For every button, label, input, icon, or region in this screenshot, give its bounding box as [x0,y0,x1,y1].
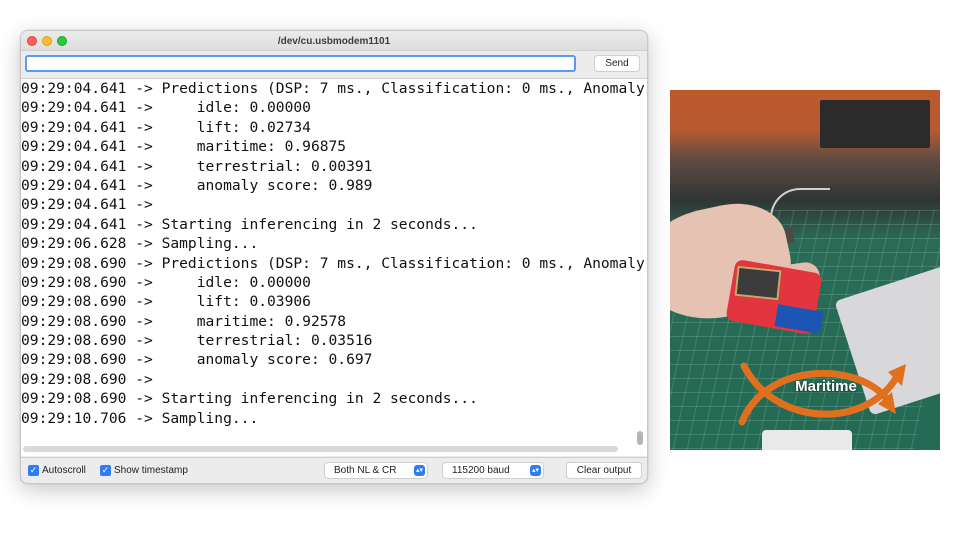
sensor-board [734,265,782,301]
output-line: 09:29:06.628 -> Sampling... [21,235,259,253]
output-line: 09:29:04.641 -> [21,196,153,214]
serial-send-input[interactable] [25,55,576,72]
output-line: 09:29:04.641 -> Starting inferencing in … [21,215,478,233]
select-arrows-icon: ▴▾ [530,465,541,476]
send-button[interactable]: Send [594,55,640,72]
select-arrows-icon: ▴▾ [414,465,425,476]
baud-rate-value: 115200 baud [452,465,510,476]
vertical-scrollbar[interactable] [637,431,643,445]
close-window-button[interactable] [27,36,37,46]
send-row: Send [21,51,647,77]
output-line: 09:29:04.641 -> terrestrial: 0.00391 [21,157,373,175]
status-bar: ✓ Autoscroll ✓ Show timestamp Both NL & CR… [21,457,647,483]
window-title: /dev/cu.usbmodem1101 [277,36,391,47]
horizontal-scrollbar[interactable] [23,446,618,452]
output-line: 09:29:08.690 -> lift: 0.03906 [21,293,311,311]
clear-output-button[interactable]: Clear output [566,462,642,479]
output-line: 09:29:08.690 -> [21,370,153,388]
output-line: 09:29:04.641 -> maritime: 0.96875 [21,138,347,156]
output-line: 09:29:04.641 -> anomaly score: 0.989 [21,176,373,194]
maximize-window-button[interactable] [57,36,67,46]
output-lines: 09:29:04.641 -> Predictions (DSP: 7 ms.,… [21,79,647,428]
autoscroll-label: Autoscroll [42,465,86,476]
output-line: 09:29:10.706 -> Sampling... [21,409,259,427]
minimize-window-button[interactable] [42,36,52,46]
checkmark-icon: ✓ [28,465,39,476]
device-photo: Maritime [670,90,940,450]
output-line: 09:29:08.690 -> anomaly score: 0.697 [21,351,373,369]
checkmark-icon: ✓ [100,465,111,476]
output-line: 09:29:04.641 -> idle: 0.00000 [21,99,311,117]
show-timestamp-checkbox[interactable]: ✓ Show timestamp [100,465,188,477]
maritime-label: Maritime [795,378,857,395]
show-timestamp-label: Show timestamp [114,465,188,476]
output-line: 09:29:04.641 -> Predictions (DSP: 7 ms.,… [21,80,647,97]
serial-output-area[interactable]: 09:29:04.641 -> Predictions (DSP: 7 ms.,… [21,78,647,456]
output-line: 09:29:08.690 -> Starting inferencing in … [21,390,478,408]
output-line: 09:29:08.690 -> maritime: 0.92578 [21,312,347,330]
title-bar: /dev/cu.usbmodem1101 [21,31,647,51]
baud-rate-select[interactable]: 115200 baud ▴▾ [442,462,544,479]
wave-arrows-icon [738,362,906,426]
output-line: 09:29:08.690 -> terrestrial: 0.03516 [21,332,373,350]
maritime-overlay: Maritime [736,358,908,432]
keyboard-shape [762,430,852,450]
line-ending-value: Both NL & CR [334,465,397,476]
autoscroll-checkbox[interactable]: ✓ Autoscroll [28,465,86,477]
output-line: 09:29:04.641 -> lift: 0.02734 [21,118,311,136]
monitor-shape [820,100,930,148]
output-line: 09:29:08.690 -> idle: 0.00000 [21,273,311,291]
line-ending-select[interactable]: Both NL & CR ▴▾ [324,462,428,479]
output-line: 09:29:08.690 -> Predictions (DSP: 7 ms.,… [21,254,647,272]
serial-monitor-window: /dev/cu.usbmodem1101 Send 09:29:04.641 -… [20,30,648,484]
